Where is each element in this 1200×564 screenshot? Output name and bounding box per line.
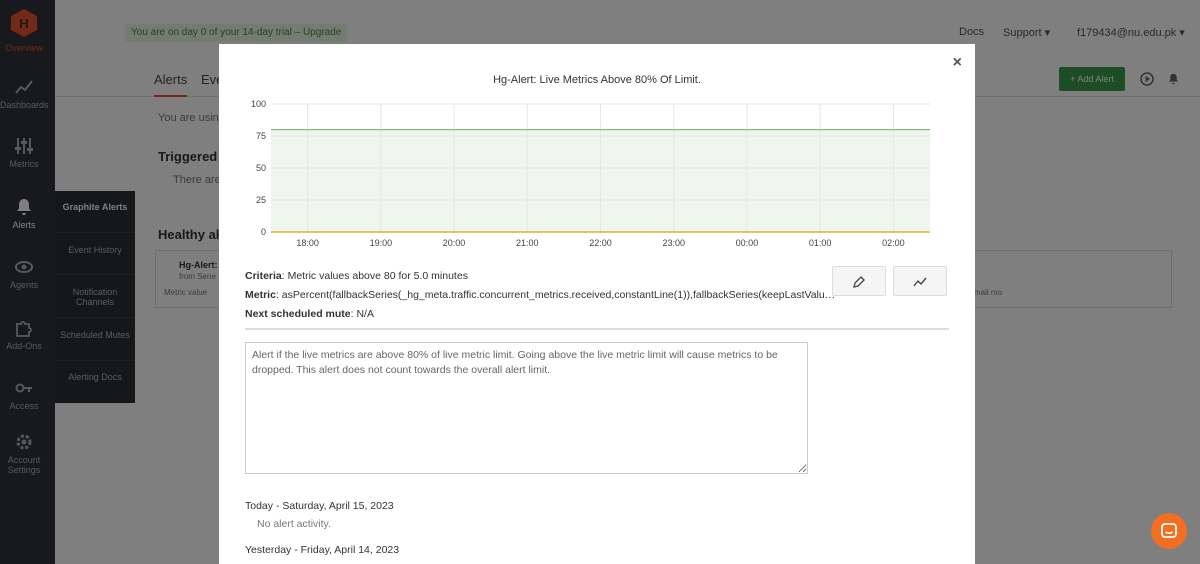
criteria-value: : Metric values above 80 for 5.0 minutes	[281, 270, 468, 282]
alert-detail-modal: × Hg-Alert: Live Metrics Above 80% Of Li…	[219, 44, 975, 564]
x-tick-label: 18:00	[296, 238, 319, 246]
series-point	[306, 231, 309, 233]
series-point	[819, 231, 821, 233]
metric-label: Metric	[245, 289, 276, 301]
close-icon[interactable]: ×	[953, 54, 962, 72]
series-point	[453, 231, 455, 233]
x-tick-label: 01:00	[809, 238, 832, 246]
trend-line-icon	[913, 277, 927, 287]
history-note: No alert activity.	[257, 518, 331, 530]
y-tick-label: 50	[256, 163, 266, 173]
mute-value: : N/A	[350, 308, 374, 320]
section-divider	[245, 328, 949, 330]
mute-row: Next scheduled mute: N/A	[245, 308, 374, 320]
x-tick-label: 20:00	[443, 238, 466, 246]
mute-label: Next scheduled mute	[245, 308, 351, 320]
series-point	[746, 231, 748, 233]
edit-alert-button[interactable]	[832, 266, 886, 296]
series-point	[599, 231, 602, 233]
metric-value: : asPercent(fallbackSeries(_hg_meta.traf…	[275, 289, 841, 301]
chat-icon	[1161, 523, 1177, 538]
view-graph-button[interactable]	[893, 266, 947, 296]
x-tick-label: 02:00	[882, 238, 905, 246]
series-point	[892, 231, 895, 233]
x-tick-label: 00:00	[736, 238, 759, 246]
chat-launcher-button[interactable]	[1151, 513, 1187, 549]
history-day: Today - Saturday, April 15, 2023	[245, 500, 394, 512]
x-tick-label: 21:00	[516, 238, 539, 246]
criteria-label: Criteria	[245, 270, 282, 282]
series-point	[672, 231, 675, 233]
x-tick-label: 19:00	[370, 238, 393, 246]
y-tick-label: 25	[256, 195, 266, 205]
alert-metric-chart: 0 25 50 75 100 18:00 19:00 20:00 21:00 22:00 23:00…	[251, 99, 930, 246]
series-point	[380, 231, 382, 233]
chart-title: Hg-Alert: Live Metrics Above 80% Of Limi…	[493, 74, 701, 86]
y-tick-label: 100	[251, 99, 266, 109]
alert-description-field[interactable]: Alert if the live metrics are above 80% …	[245, 342, 808, 474]
x-tick-label: 22:00	[589, 238, 612, 246]
y-tick-label: 75	[256, 131, 266, 141]
history-day: Yesterday - Friday, April 14, 2023	[245, 544, 400, 556]
y-tick-label: 0	[261, 227, 266, 237]
pencil-icon	[853, 276, 865, 288]
criteria-row: Criteria: Metric values above 80 for 5.0…	[245, 270, 468, 282]
series-point	[526, 231, 529, 233]
metric-row: Metric: asPercent(fallbackSeries(_hg_met…	[245, 289, 841, 301]
x-tick-label: 23:00	[662, 238, 685, 246]
